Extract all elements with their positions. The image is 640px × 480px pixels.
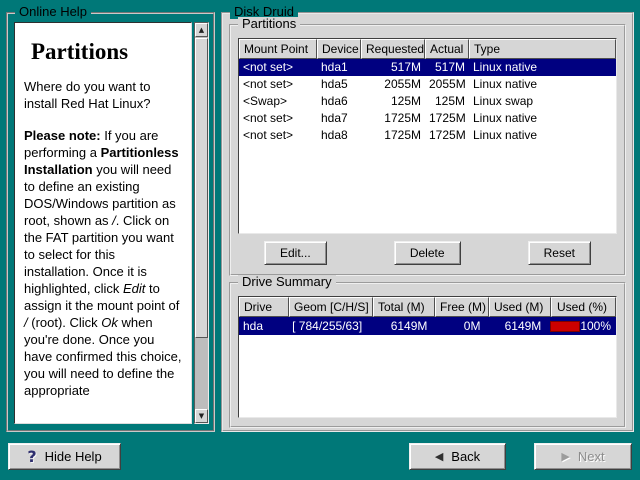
cell-type: Linux native (469, 59, 616, 76)
column-header-free[interactable]: Free (M) (435, 297, 489, 317)
help-heading: Partitions (31, 43, 183, 60)
cell-requested: 1725M (361, 110, 425, 127)
partition-row-hda6[interactable]: <Swap> hda6 125M 125M Linux swap (239, 93, 616, 110)
next-button[interactable]: ▶ Next (534, 443, 632, 470)
cell-device: hda8 (317, 127, 361, 144)
column-header-mount-point[interactable]: Mount Point (239, 39, 317, 59)
used-percent-bar (550, 321, 580, 332)
drive-summary-table-header: Drive Geom [C/H/S] Total (M) Free (M) Us… (239, 297, 616, 317)
partitions-frame-title: Partitions (238, 17, 300, 31)
online-help-frame-title: Online Help (15, 5, 91, 19)
cell-requested: 517M (361, 59, 425, 76)
help-intro-paragraph: Where do you want to install Red Hat Lin… (24, 78, 183, 112)
drive-summary-table: Drive Geom [C/H/S] Total (M) Free (M) Us… (238, 296, 617, 418)
cell-total: 6149M (371, 317, 432, 335)
cell-device: hda6 (317, 93, 361, 110)
cell-actual: 2055M (425, 76, 469, 93)
scrollbar-thumb[interactable] (195, 38, 208, 338)
cell-actual: 517M (425, 59, 469, 76)
cell-type: Linux swap (469, 93, 616, 110)
cell-used-m: 6149M (484, 317, 545, 335)
cell-mount-point: <not set> (239, 76, 317, 93)
cell-type: Linux native (469, 76, 616, 93)
cell-device: hda5 (317, 76, 361, 93)
help-note-text: (root). Click (28, 315, 102, 330)
hide-help-label: Hide Help (45, 449, 102, 464)
cell-requested: 1725M (361, 127, 425, 144)
drive-row-hda[interactable]: hda [ 784/255/63] 6149M 0M 6149M 100% (239, 317, 616, 335)
cell-requested: 125M (361, 93, 425, 110)
delete-button[interactable]: Delete (394, 241, 461, 265)
cell-used-pct: 100% (545, 317, 616, 335)
partition-row-hda1[interactable]: <not set> hda1 517M 517M Linux native (239, 59, 616, 76)
partition-row-hda7[interactable]: <not set> hda7 1725M 1725M Linux native (239, 110, 616, 127)
cell-mount-point: <not set> (239, 110, 317, 127)
hide-help-button[interactable]: ? Hide Help (8, 443, 121, 470)
cell-actual: 125M (425, 93, 469, 110)
used-percent-label: 100% (580, 317, 611, 335)
arrow-right-icon: ▶ (561, 450, 569, 463)
edit-button[interactable]: Edit... (264, 241, 327, 265)
back-label: Back (451, 449, 480, 464)
cell-free: 0M (431, 317, 484, 335)
scroll-down-icon[interactable]: ▼ (195, 409, 208, 423)
cell-device: hda1 (317, 59, 361, 76)
cell-mount-point: <not set> (239, 127, 317, 144)
help-note-italic: Edit (123, 281, 145, 296)
back-button[interactable]: ◀ Back (409, 443, 506, 470)
installer-screen: { "colors": { "desktop_bg": "#007878", "… (0, 0, 640, 480)
column-header-actual[interactable]: Actual (425, 39, 469, 59)
drive-summary-section: Drive Summary Drive Geom [C/H/S] Total (… (229, 282, 626, 428)
partitions-section: Partitions Mount Point Device Requested … (229, 24, 626, 276)
column-header-used-pct[interactable]: Used (%) (551, 297, 616, 317)
partitions-table: Mount Point Device Requested Actual Type… (238, 38, 617, 234)
cell-drive: hda (239, 317, 288, 335)
cell-geom: [ 784/255/63] (288, 317, 370, 335)
partition-actions: Edit... Delete Reset (238, 240, 617, 266)
drive-summary-frame-title: Drive Summary (238, 275, 336, 289)
help-note-paragraph: Please note: If you are performing a Par… (24, 127, 183, 399)
column-header-device[interactable]: Device (317, 39, 361, 59)
reset-button[interactable]: Reset (528, 241, 591, 265)
help-note-italic: Ok (101, 315, 118, 330)
disk-druid-panel: Disk Druid Partitions Mount Point Device… (221, 12, 634, 432)
cell-actual: 1725M (425, 110, 469, 127)
cell-type: Linux native (469, 127, 616, 144)
partition-row-hda5[interactable]: <not set> hda5 2055M 2055M Linux native (239, 76, 616, 93)
help-viewport: Partitions Where do you want to install … (14, 22, 209, 424)
help-scrollbar[interactable]: ▲ ▼ (194, 22, 209, 424)
arrow-left-icon: ◀ (435, 450, 443, 463)
scroll-up-icon[interactable]: ▲ (195, 23, 208, 37)
next-label: Next (578, 449, 605, 464)
help-note-bold: Please note: (24, 128, 104, 143)
help-text-area: Partitions Where do you want to install … (14, 22, 192, 424)
cell-requested: 2055M (361, 76, 425, 93)
partitions-table-header: Mount Point Device Requested Actual Type (239, 39, 616, 59)
cell-actual: 1725M (425, 127, 469, 144)
cell-device: hda7 (317, 110, 361, 127)
online-help-panel: Online Help Partitions Where do you want… (6, 12, 215, 432)
cell-type: Linux native (469, 110, 616, 127)
column-header-type[interactable]: Type (469, 39, 616, 59)
column-header-requested[interactable]: Requested (361, 39, 425, 59)
help-question-icon: ? (27, 447, 36, 466)
cell-mount-point: <Swap> (239, 93, 317, 110)
column-header-used-m[interactable]: Used (M) (489, 297, 551, 317)
column-header-geom[interactable]: Geom [C/H/S] (289, 297, 373, 317)
column-header-total[interactable]: Total (M) (373, 297, 435, 317)
partition-row-hda8[interactable]: <not set> hda8 1725M 1725M Linux native (239, 127, 616, 144)
column-header-drive[interactable]: Drive (239, 297, 289, 317)
cell-mount-point: <not set> (239, 59, 317, 76)
